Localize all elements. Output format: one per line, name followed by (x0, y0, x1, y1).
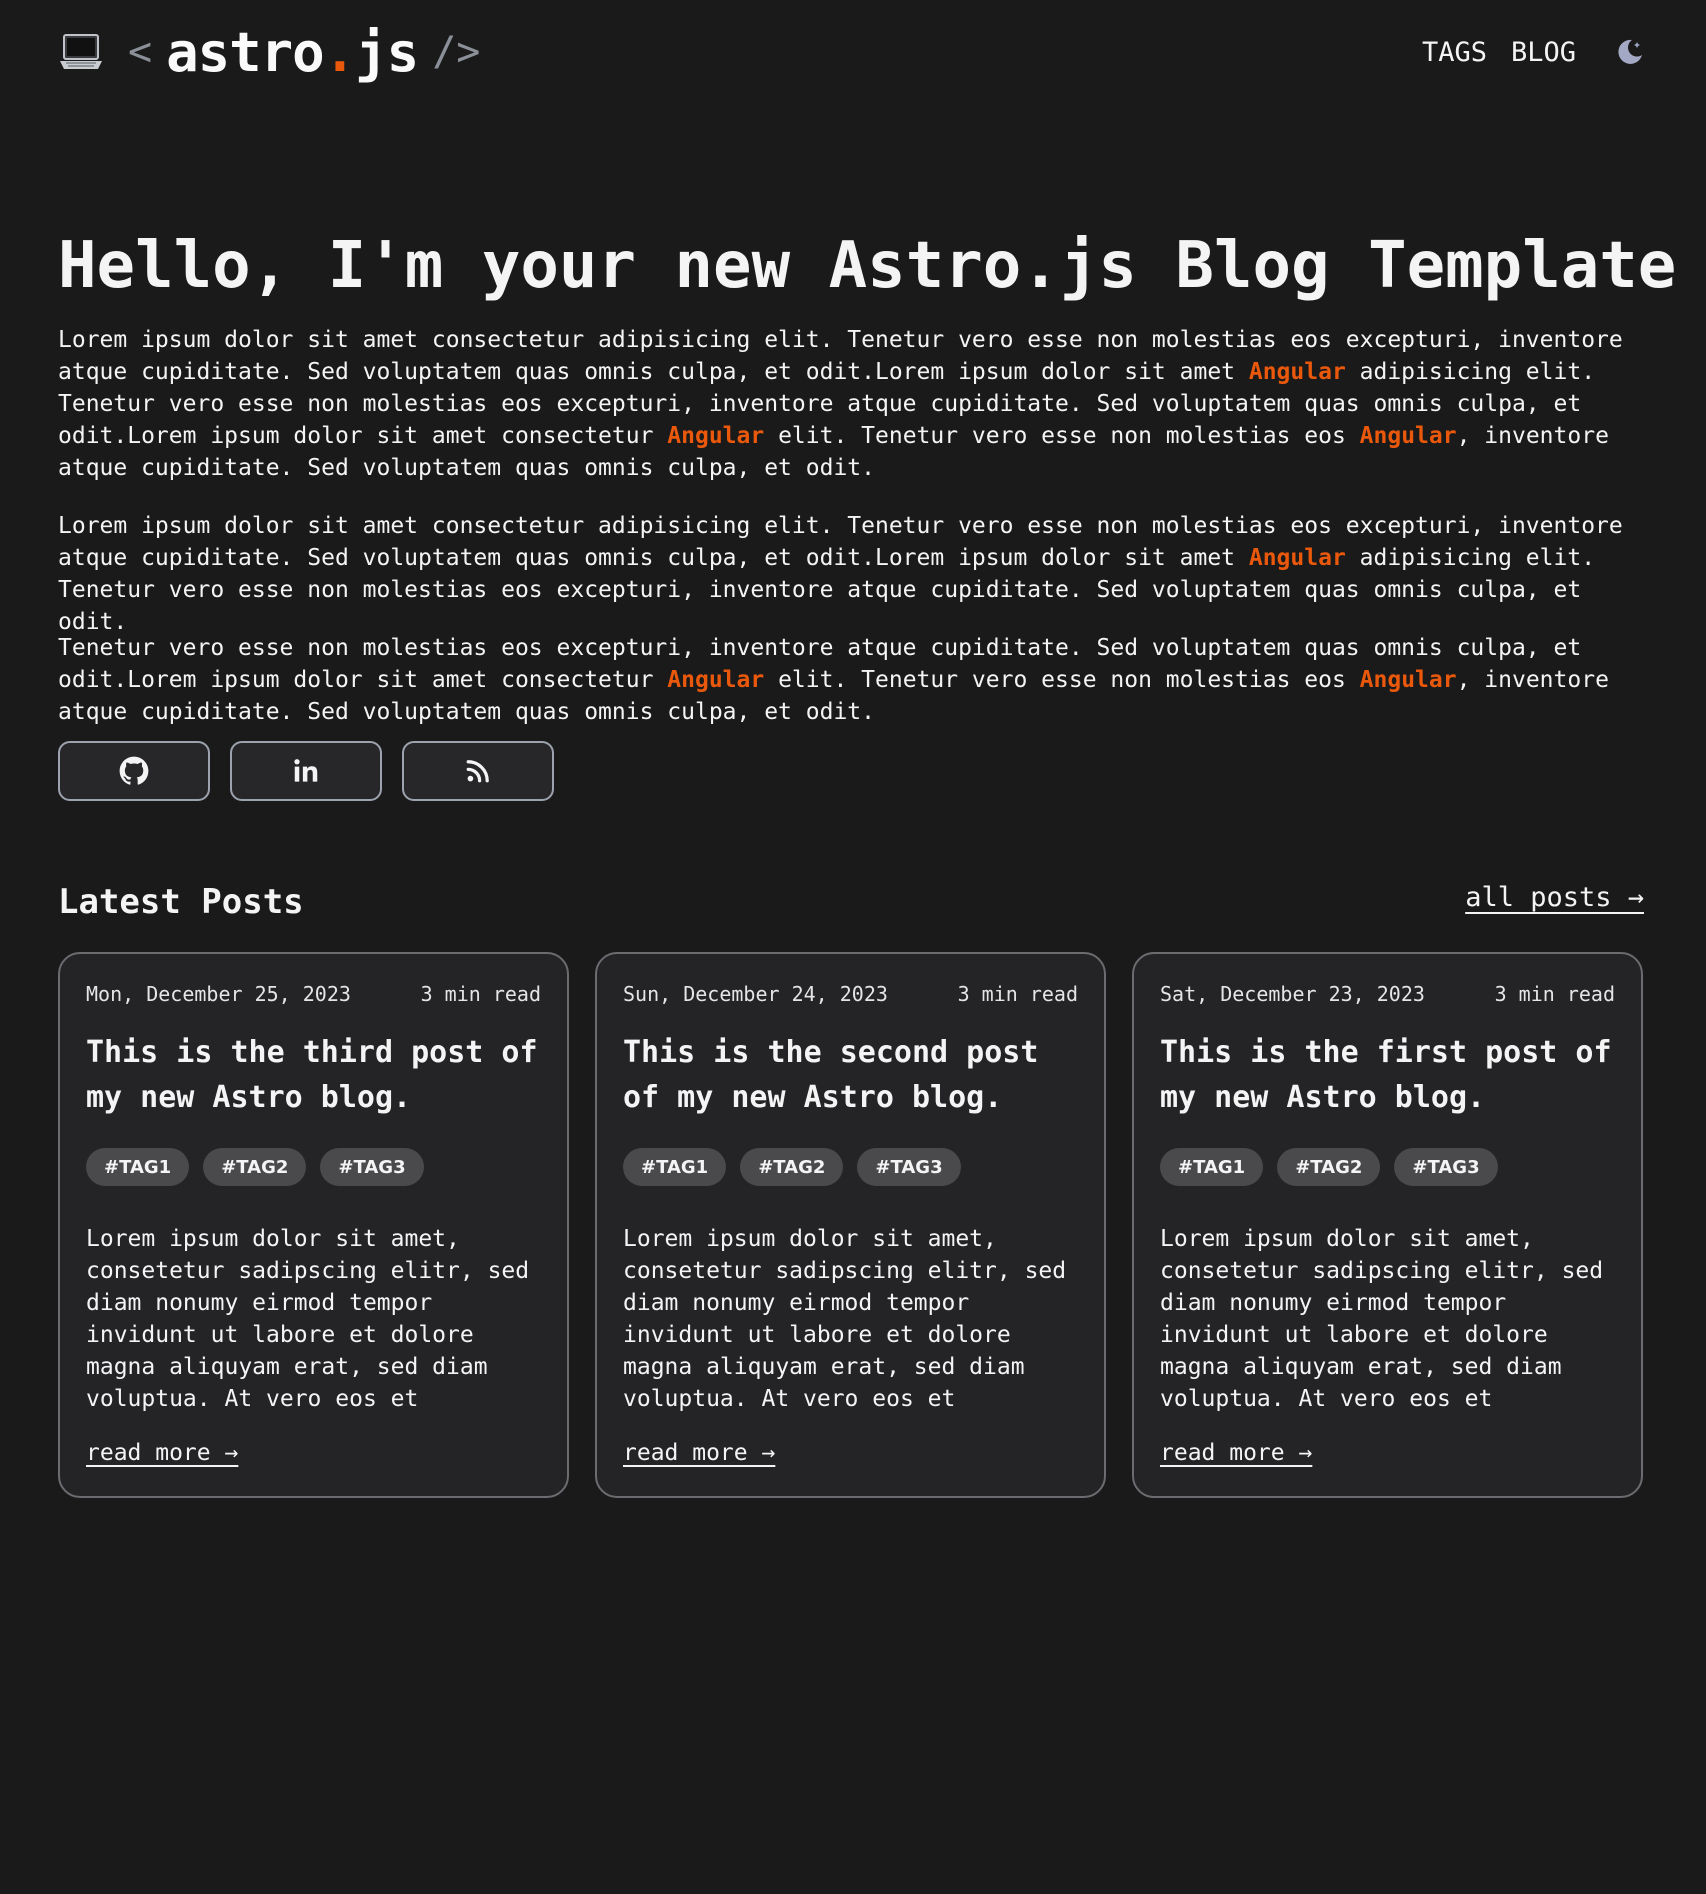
nav-item-tags[interactable]: TAGS (1422, 37, 1487, 68)
logo-dot: . (323, 20, 357, 84)
post-card: Sat, December 23, 2023 3 min read This i… (1132, 952, 1643, 1498)
hero-paragraph-1: Lorem ipsum dolor sit amet consectetur a… (58, 324, 1658, 484)
post-card: Sun, December 24, 2023 3 min read This i… (595, 952, 1106, 1498)
moon-icon (1618, 39, 1642, 64)
post-excerpt: Lorem ipsum dolor sit amet, consetetur s… (623, 1226, 1067, 1412)
post-tags: #TAG1 #TAG2 #TAG3 (623, 1148, 961, 1186)
highlight-keyword: Angular (667, 667, 765, 693)
linkedin-icon (294, 759, 318, 782)
tag-chip[interactable]: #TAG3 (857, 1148, 961, 1186)
site-logo-link[interactable]: < astro.js /> (58, 20, 481, 84)
post-title: This is the third post of my new Astro b… (86, 1035, 538, 1115)
rss-button[interactable] (402, 741, 554, 801)
post-excerpt: Lorem ipsum dolor sit amet, consetetur s… (86, 1226, 530, 1412)
tag-chip[interactable]: #TAG1 (623, 1148, 727, 1186)
latest-posts-title: Latest Posts (58, 882, 304, 922)
post-meta: Mon, December 25, 2023 3 min read (86, 982, 541, 1006)
highlight-keyword: Angular (1248, 359, 1346, 385)
hero-paragraph-2: Lorem ipsum dolor sit amet consectetur a… (58, 510, 1658, 638)
read-more-link[interactable]: read more → (623, 1440, 775, 1466)
tag-chip[interactable]: #TAG1 (86, 1148, 190, 1186)
read-more-link[interactable]: read more → (1160, 1440, 1312, 1466)
highlight-keyword: Angular (667, 423, 765, 449)
logo-ext: js (355, 20, 419, 84)
linkedin-button[interactable] (230, 741, 382, 801)
post-tags: #TAG1 #TAG2 #TAG3 (1160, 1148, 1498, 1186)
paragraph-text: elit. Tenetur vero esse non molestias eo… (764, 667, 1360, 693)
rss-icon (466, 760, 489, 783)
logo-name: astro (166, 20, 325, 84)
highlight-keyword: Angular (1359, 423, 1457, 449)
post-title: This is the first post of my new Astro b… (1160, 1035, 1612, 1115)
tag-chip[interactable]: #TAG3 (320, 1148, 424, 1186)
logo-text: astro.js (166, 20, 419, 84)
tag-chip[interactable]: #TAG2 (203, 1148, 307, 1186)
read-more-link[interactable]: read more → (86, 1440, 238, 1466)
highlight-keyword: Angular (1248, 545, 1346, 571)
paragraph-text: elit. Tenetur vero esse non molestias eo… (764, 423, 1360, 449)
post-excerpt: Lorem ipsum dolor sit amet, consetetur s… (1160, 1226, 1604, 1412)
post-read-time: 3 min read (1494, 982, 1615, 1006)
social-links (58, 741, 554, 801)
hero-title-text: Hello, I'm your new Astro.js Blog Templa… (58, 229, 1677, 303)
hero-title: Hello, I'm your new Astro.js Blog Templa… (58, 224, 1706, 308)
post-meta: Sat, December 23, 2023 3 min read (1160, 982, 1615, 1006)
post-date: Sun, December 24, 2023 (623, 982, 888, 1006)
github-icon (119, 756, 149, 785)
main-nav: TAGS BLOG (1422, 22, 1644, 82)
post-card: Mon, December 25, 2023 3 min read This i… (58, 952, 569, 1498)
post-date: Mon, December 25, 2023 (86, 982, 351, 1006)
post-cards: Mon, December 25, 2023 3 min read This i… (58, 952, 1643, 1498)
post-read-time: 3 min read (957, 982, 1078, 1006)
post-date: Sat, December 23, 2023 (1160, 982, 1425, 1006)
hero-paragraph-3: Tenetur vero esse non molestias eos exce… (58, 632, 1658, 728)
site-header: < astro.js /> TAGS BLOG (58, 20, 1644, 84)
laptop-icon (58, 29, 104, 75)
github-button[interactable] (58, 741, 210, 801)
theme-toggle-button[interactable] (1610, 32, 1650, 72)
post-read-time: 3 min read (420, 982, 541, 1006)
all-posts-link[interactable]: all posts → (1465, 882, 1644, 913)
highlight-keyword: Angular (1359, 667, 1457, 693)
tag-chip[interactable]: #TAG1 (1160, 1148, 1264, 1186)
post-title: This is the second post of my new Astro … (623, 1035, 1039, 1115)
tag-chip[interactable]: #TAG3 (1394, 1148, 1498, 1186)
post-meta: Sun, December 24, 2023 3 min read (623, 982, 1078, 1006)
nav-item-blog[interactable]: BLOG (1511, 37, 1576, 68)
tag-chip[interactable]: #TAG2 (740, 1148, 844, 1186)
tag-chip[interactable]: #TAG2 (1277, 1148, 1381, 1186)
post-tags: #TAG1 #TAG2 #TAG3 (86, 1148, 424, 1186)
logo-open-bracket: < (128, 29, 153, 75)
logo-close-bracket: /> (432, 29, 481, 75)
